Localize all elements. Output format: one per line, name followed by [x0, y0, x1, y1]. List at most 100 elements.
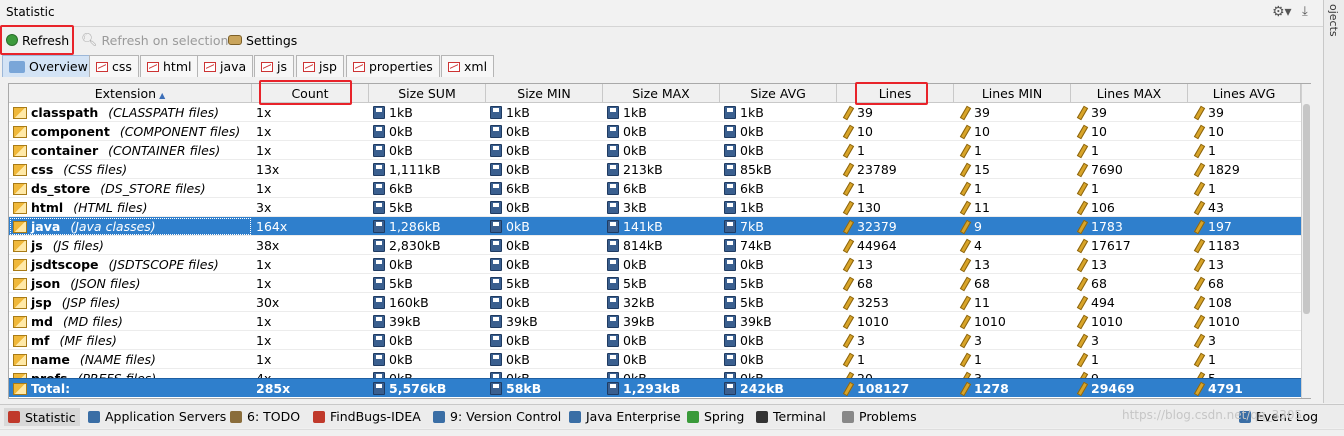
cell-value: 0kB	[389, 124, 413, 139]
table-row[interactable]: prefs (PREFS files) 4x 0kB 0kB 0kB 0kB 20 3 9 5	[9, 369, 1301, 378]
cell-value: 3	[974, 369, 982, 378]
tool-window-titlebar: Statistic ⚙▾ ⤓	[0, 0, 1323, 27]
table-row[interactable]: classpath (CLASSPATH files) 1x 1kB 1kB 1kB 1kB…	[9, 103, 1301, 122]
table-row[interactable]: html (HTML files) 3x 5kB 0kB 3kB 1kB 130 11 106 43	[9, 198, 1301, 217]
gear-icon[interactable]: ⚙▾	[1272, 4, 1292, 20]
cell-value: 7kB	[740, 219, 764, 234]
cell-value: 68	[1091, 276, 1107, 291]
cell-value: 0kB	[740, 333, 764, 348]
column-header-size-max[interactable]: Size MAX	[603, 84, 720, 103]
cell-value: 1x	[256, 143, 272, 158]
table-row[interactable]: java (Java classes) 164x 1,286kB 0kB 141kB 7kB…	[9, 217, 1301, 236]
table-row[interactable]: component (COMPONENT files) 1x 0kB 0kB 0kB 0kB…	[9, 122, 1301, 141]
pencil-icon	[1075, 239, 1087, 252]
pencil-icon	[1075, 125, 1087, 138]
size-sum-cell: 2,830kB	[369, 236, 486, 255]
cell-value: 3kB	[623, 200, 647, 215]
cell-value: 20	[857, 369, 873, 378]
cell-value: 0kB	[623, 143, 647, 158]
column-header-lines-min[interactable]: Lines MIN	[954, 84, 1071, 103]
tool-button-java-enterprise[interactable]: Java Enterprise	[569, 409, 681, 424]
tab-overview[interactable]: Overview	[2, 55, 95, 77]
cell-value: 43	[1208, 200, 1224, 215]
column-header-lines-avg[interactable]: Lines AVG	[1188, 84, 1301, 103]
total-lines-max-cell: 29469	[1071, 379, 1188, 398]
tool-button-terminal[interactable]: Terminal	[756, 409, 826, 424]
tool-button-application-servers[interactable]: Application Servers	[88, 409, 226, 424]
column-header-lines-max[interactable]: Lines MAX	[1071, 84, 1188, 103]
cell-value: 4791	[1208, 381, 1243, 396]
cell-value: 1kB	[740, 200, 764, 215]
tool-button-findbugs-idea[interactable]: FindBugs-IDEA	[313, 409, 421, 424]
lines-cell: 3	[837, 331, 954, 350]
tab-label: js	[277, 59, 287, 74]
cell-value: 85kB	[740, 162, 772, 177]
table-row[interactable]: mf (MF files) 1x 0kB 0kB 0kB 0kB 3 3 3 3	[9, 331, 1301, 350]
count-cell: 1x	[252, 122, 369, 141]
settings-button[interactable]: Settings	[224, 28, 301, 52]
tool-icon	[433, 410, 445, 423]
tab-html[interactable]: html	[140, 55, 199, 77]
size-sum-cell: 0kB	[369, 141, 486, 160]
tab-label: java	[220, 59, 247, 74]
lines-avg-cell: 1829	[1188, 160, 1301, 179]
tool-button-9-version-control[interactable]: 9: Version Control	[433, 409, 561, 424]
lines-avg-cell: 1	[1188, 350, 1301, 369]
magnifier-icon: 🔍︎	[81, 32, 98, 48]
table-row[interactable]: name (NAME files) 1x 0kB 0kB 0kB 0kB 1 1 1 1	[9, 350, 1301, 369]
size-min-cell: 39kB	[486, 312, 603, 331]
column-header-size-min[interactable]: Size MIN	[486, 84, 603, 103]
tool-button-6-todo[interactable]: 6: TODO	[230, 409, 300, 424]
table-row[interactable]: css (CSS files) 13x 1,111kB 0kB 213kB 85kB 2378…	[9, 160, 1301, 179]
table-row[interactable]: container (CONTAINER files) 1x 0kB 0kB 0kB 0kB…	[9, 141, 1301, 160]
tool-icon	[842, 410, 854, 423]
table-row[interactable]: jsp (JSP files) 30x 160kB 0kB 32kB 5kB 3253 11 49…	[9, 293, 1301, 312]
tool-icon	[313, 410, 325, 423]
table-row[interactable]: md (MD files) 1x 39kB 39kB 39kB 39kB 1010 1010 10…	[9, 312, 1301, 331]
tool-button-spring[interactable]: Spring	[687, 409, 744, 424]
pencil-icon	[1192, 334, 1204, 347]
size-avg-cell: 0kB	[720, 350, 837, 369]
tab-css[interactable]: css	[89, 55, 139, 77]
hide-panel-icon[interactable]: ⤓	[1302, 4, 1308, 19]
pencil-icon	[1192, 258, 1204, 271]
tool-button-statistic[interactable]: Statistic	[4, 408, 80, 426]
column-header-size-avg[interactable]: Size AVG	[720, 84, 837, 103]
cell-value: 9	[974, 219, 982, 234]
cell-value: 11	[974, 295, 990, 310]
tab-xml[interactable]: xml	[441, 55, 495, 77]
vertical-scrollbar[interactable]	[1301, 84, 1311, 398]
column-header-label: Size AVG	[750, 86, 806, 101]
lines-min-cell: 1	[954, 141, 1071, 160]
tab-properties[interactable]: properties	[346, 55, 440, 77]
cell-value: 1x	[256, 352, 272, 367]
table-row[interactable]: js (JS files) 38x 2,830kB 0kB 814kB 74kB 44964 4…	[9, 236, 1301, 255]
tab-js[interactable]: js	[254, 55, 294, 77]
total-row[interactable]: Total: 285x 5,576kB 58kB 1,293kB 242kB 108127 1…	[9, 378, 1301, 397]
count-cell: 1x	[252, 350, 369, 369]
column-header-extension[interactable]: Extension ▲	[9, 84, 252, 103]
scrollbar-thumb[interactable]	[1303, 104, 1310, 314]
cell-value: 1010	[857, 314, 889, 329]
table-row[interactable]: ds_store (DS_STORE files) 1x 6kB 6kB 6kB 6kB 1 1…	[9, 179, 1301, 198]
column-header-size-sum[interactable]: Size SUM	[369, 84, 486, 103]
pencil-icon	[1192, 277, 1204, 290]
tab-label: xml	[464, 59, 488, 74]
total-lines-min-cell: 1278	[954, 379, 1071, 398]
table-row[interactable]: jsdtscope (JSDTSCOPE files) 1x 0kB 0kB 0kB 0kB…	[9, 255, 1301, 274]
projects-strip-label[interactable]: ojects	[1327, 4, 1340, 37]
cell-value: 1829	[1208, 162, 1240, 177]
refresh-on-selection-button[interactable]: 🔍︎ Refresh on selection	[77, 28, 232, 52]
extension-name: json	[31, 276, 61, 291]
cell-value: 1	[857, 143, 865, 158]
cell-value: 1x	[256, 124, 272, 139]
table-row[interactable]: json (JSON files) 1x 5kB 5kB 5kB 5kB 68 68 68 68	[9, 274, 1301, 293]
tab-java[interactable]: java	[197, 55, 254, 77]
tool-button-problems[interactable]: Problems	[842, 409, 917, 424]
cell-value: 1x	[256, 276, 272, 291]
count-cell: 1x	[252, 255, 369, 274]
size-avg-cell: 0kB	[720, 141, 837, 160]
extension-cell: name (NAME files)	[9, 350, 252, 369]
tab-jsp[interactable]: jsp	[296, 55, 344, 77]
disk-icon	[373, 125, 385, 138]
